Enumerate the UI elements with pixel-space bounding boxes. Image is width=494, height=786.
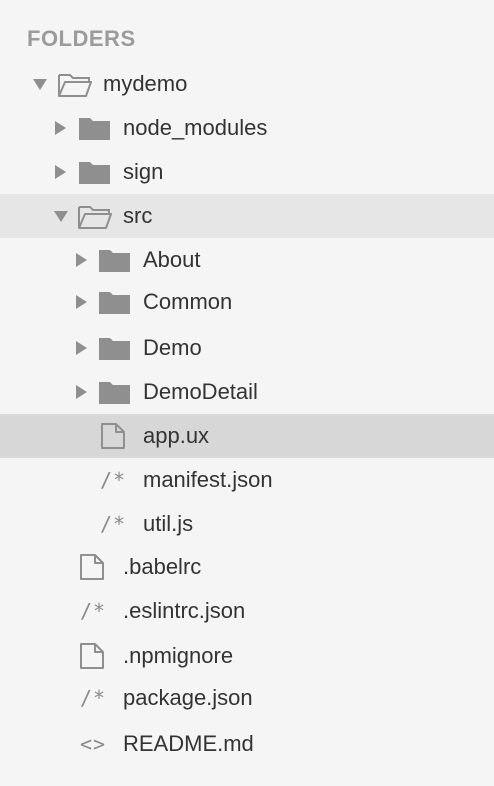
tree-item-readme-md[interactable]: <> README.md — [0, 722, 494, 766]
tree-item-npmignore[interactable]: .npmignore — [0, 634, 494, 678]
folders-header: FOLDERS — [27, 26, 136, 51]
chevron-down-icon[interactable] — [54, 211, 68, 222]
folder-icon — [98, 247, 132, 273]
chevron-right-icon[interactable] — [76, 341, 87, 355]
tree-item-about[interactable]: About — [0, 238, 494, 282]
file-icon — [79, 642, 105, 670]
folder-icon — [78, 159, 112, 185]
folder-icon — [98, 289, 132, 315]
tree-item-label: node_modules — [123, 115, 268, 140]
json-icon: /* — [100, 468, 127, 492]
folder-icon — [98, 379, 132, 405]
file-icon — [100, 422, 126, 450]
chevron-right-icon[interactable] — [76, 253, 87, 267]
tree-item-demodetail[interactable]: DemoDetail — [0, 370, 494, 414]
tree-item-common[interactable]: Common — [0, 280, 494, 324]
tree-item-eslintrc-json[interactable]: /* .eslintrc.json — [0, 589, 494, 633]
tree-item-label: About — [143, 247, 201, 272]
tree-item-util-js[interactable]: /* util.js — [0, 502, 494, 546]
tree-item-demo[interactable]: Demo — [0, 326, 494, 370]
tree-item-label: src — [123, 203, 153, 228]
json-icon: /* — [80, 599, 107, 623]
tree-item-label: .eslintrc.json — [123, 598, 246, 623]
tree-item-label: util.js — [143, 511, 194, 536]
tree-item-manifest-json[interactable]: /* manifest.json — [0, 458, 494, 502]
tree-item-label: package.json — [123, 685, 253, 710]
tree-item-label: app.ux — [143, 423, 210, 448]
chevron-right-icon[interactable] — [55, 165, 66, 179]
tree-item-src[interactable]: src — [0, 194, 494, 238]
tree-item-babelrc[interactable]: .babelrc — [0, 545, 494, 589]
chevron-right-icon[interactable] — [76, 295, 87, 309]
chevron-down-icon[interactable] — [33, 79, 47, 90]
js-icon: /* — [100, 512, 127, 536]
tree-item-label: sign — [123, 159, 164, 184]
tree-item-label: Common — [143, 289, 233, 314]
tree-item-label: DemoDetail — [143, 379, 258, 404]
tree-item-label: README.md — [123, 731, 254, 756]
json-icon: /* — [80, 686, 107, 710]
tree-item-package-json[interactable]: /* package.json — [0, 676, 494, 720]
chevron-right-icon[interactable] — [55, 121, 66, 135]
tree-item-app-ux[interactable]: app.ux — [0, 414, 494, 458]
chevron-right-icon[interactable] — [76, 385, 87, 399]
tree-item-label: manifest.json — [143, 467, 273, 492]
tree-item-label: .npmignore — [123, 643, 234, 668]
markdown-icon: <> — [80, 732, 107, 756]
tree-item-sign[interactable]: sign — [0, 150, 494, 194]
file-icon — [79, 553, 105, 581]
folder-icon — [78, 115, 112, 141]
tree-item-label: Demo — [143, 335, 202, 360]
folder-icon — [98, 335, 132, 361]
folder-open-icon — [77, 203, 113, 231]
tree-item-label: mydemo — [103, 71, 188, 96]
tree-item-mydemo[interactable]: mydemo — [0, 62, 494, 106]
tree-item-label: .babelrc — [123, 554, 202, 579]
folder-open-icon — [57, 71, 93, 99]
tree-item-node-modules[interactable]: node_modules — [0, 106, 494, 150]
sidebar: FOLDERS mydemo node_modules sign src Abo… — [0, 0, 494, 786]
